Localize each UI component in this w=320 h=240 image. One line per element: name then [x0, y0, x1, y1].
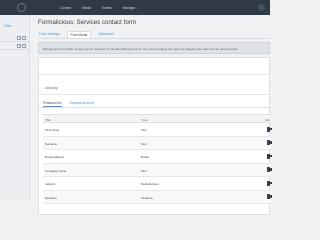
main-menu: Content Media Entries Manage▾	[60, 0, 137, 15]
edit-icon[interactable]	[267, 167, 272, 172]
table-row[interactable]: Email address Email	[43, 150, 272, 164]
edit-icon[interactable]	[267, 153, 272, 159]
main-content: Formalicious: Services contact form Form…	[30, 15, 272, 215]
column-header-title[interactable]: Title	[45, 118, 51, 122]
notice-text: Manage the form fields. A step can be re…	[43, 46, 239, 51]
field-type: Textarea	[141, 195, 153, 200]
tab-form-fields[interactable]: Form fields	[66, 31, 92, 38]
top-navigation-bar: Content Media Entries Manage▾	[0, 0, 270, 15]
upload-icon[interactable]	[17, 44, 21, 48]
edit-icon[interactable]	[267, 126, 272, 132]
chevron-down-icon: ▾	[135, 6, 137, 10]
info-notice: Manage the form fields. A step can be re…	[38, 42, 270, 54]
refresh-icon[interactable]	[22, 36, 26, 40]
user-avatar[interactable]	[258, 4, 265, 11]
field-type: Text	[141, 128, 147, 132]
table-header: Title Type Acti	[43, 114, 271, 123]
tab-advanced[interactable]: Advanced	[97, 31, 114, 38]
field-title: Industry	[45, 182, 56, 186]
column-header-actions: Acti	[265, 117, 271, 122]
divider	[39, 107, 269, 108]
sidebar-toolbar-row	[0, 34, 29, 42]
sidebar-toolbar-row	[0, 42, 29, 50]
sidebar-title[interactable]: Files	[4, 24, 11, 28]
edit-icon[interactable]	[267, 140, 272, 145]
tab-bar: Form settings Form fields Advanced	[38, 31, 114, 38]
menu-media[interactable]: Media	[82, 6, 91, 10]
sidebar: Files	[0, 15, 30, 200]
edit-icon[interactable]	[267, 194, 272, 199]
table-row[interactable]: Surname Text	[43, 136, 272, 150]
divider	[39, 74, 269, 75]
field-type: Text	[141, 141, 147, 146]
menu-manage[interactable]: Manage▾	[123, 6, 137, 10]
column-header-type[interactable]: Type	[141, 118, 148, 122]
edit-icon[interactable]	[267, 180, 272, 186]
field-title: Company name	[45, 168, 67, 173]
new-folder-icon[interactable]	[17, 36, 21, 40]
field-type: Text	[141, 168, 147, 173]
table-row[interactable]: Company name Text	[43, 163, 272, 177]
logo-icon[interactable]	[17, 3, 26, 12]
table-row[interactable]: First name Text	[43, 123, 272, 137]
field-title: Surname	[45, 141, 58, 146]
fields-panel: Add step Personal info Request services …	[38, 57, 272, 215]
field-type: Email	[141, 155, 149, 159]
field-title: Question	[45, 195, 58, 200]
table-row[interactable]: Question Textarea	[43, 190, 272, 204]
field-title: First name	[45, 128, 60, 132]
menu-content[interactable]: Content	[60, 6, 71, 10]
field-type: Radiobuttons	[141, 182, 159, 186]
divider	[38, 38, 270, 39]
divider	[39, 94, 269, 95]
table-row[interactable]: Industry Radiobuttons	[43, 177, 272, 191]
tab-form-settings[interactable]: Form settings	[38, 31, 61, 38]
fields-table: Title Type Acti First name Text Surname …	[43, 114, 272, 204]
filter-icon[interactable]	[22, 44, 26, 48]
menu-entries[interactable]: Entries	[102, 6, 112, 10]
field-title: Email address	[45, 155, 65, 159]
add-step-button[interactable]: Add step	[45, 86, 58, 90]
page-title: Formalicious: Services contact form	[38, 19, 136, 26]
